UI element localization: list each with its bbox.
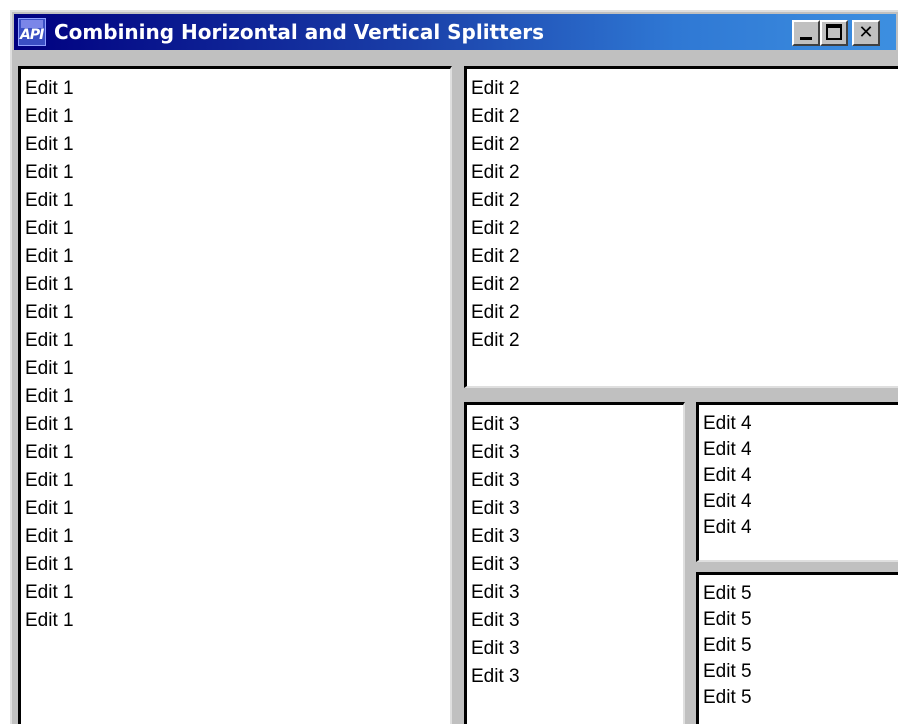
edit-line: Edit 1 [25, 162, 74, 183]
close-icon: ✕ [858, 22, 874, 43]
window-title: Combining Horizontal and Vertical Splitt… [54, 20, 545, 44]
edit-line: Edit 3 [471, 442, 520, 463]
edit-line: Edit 1 [25, 582, 74, 603]
app-icon[interactable]: API [18, 18, 46, 46]
edit-line: Edit 2 [471, 190, 520, 211]
edit-line: Edit 5 [703, 635, 752, 656]
edit-line: Edit 2 [471, 106, 520, 127]
edit-line: Edit 2 [471, 134, 520, 155]
maximize-button[interactable] [820, 20, 848, 46]
vertical-splitter[interactable] [685, 402, 696, 724]
maximize-icon [826, 24, 842, 40]
edit-line: Edit 3 [471, 526, 520, 547]
edit-line: Edit 1 [25, 78, 74, 99]
edit-line: Edit 3 [471, 470, 520, 491]
edit-line: Edit 1 [25, 414, 74, 435]
edit-line: Edit 1 [25, 386, 74, 407]
edit-line: Edit 1 [25, 106, 74, 127]
edit-line: Edit 1 [25, 134, 74, 155]
edit-line: Edit 2 [471, 78, 520, 99]
edit-line: Edit 5 [703, 687, 752, 708]
edit-line: Edit 1 [25, 190, 74, 211]
vertical-splitter[interactable] [452, 66, 464, 724]
edit-line: Edit 3 [471, 498, 520, 519]
edit-line: Edit 4 [703, 491, 752, 512]
horizontal-splitter[interactable] [464, 388, 898, 402]
edit-pane-5[interactable]: Edit 5 Edit 5 Edit 5 Edit 5 Edit 5 [696, 572, 898, 724]
edit-pane-1[interactable]: Edit 1 Edit 1 Edit 1 Edit 1 Edit 1 Edit … [18, 66, 452, 724]
edit-line: Edit 1 [25, 554, 74, 575]
close-button[interactable]: ✕ [852, 20, 880, 46]
edit-line: Edit 1 [25, 498, 74, 519]
minimize-button[interactable] [792, 20, 820, 46]
edit-line: Edit 3 [471, 666, 520, 687]
edit-line: Edit 2 [471, 330, 520, 351]
edit-line: Edit 3 [471, 414, 520, 435]
edit-pane-3[interactable]: Edit 3 Edit 3 Edit 3 Edit 3 Edit 3 Edit … [464, 402, 685, 724]
edit-line: Edit 1 [25, 442, 74, 463]
edit-line: Edit 1 [25, 274, 74, 295]
edit-line: Edit 1 [25, 246, 74, 267]
edit-line: Edit 4 [703, 517, 752, 538]
horizontal-splitter[interactable] [696, 562, 898, 572]
edit-line: Edit 1 [25, 526, 74, 547]
edit-line: Edit 3 [471, 554, 520, 575]
edit-line: Edit 5 [703, 609, 752, 630]
edit-line: Edit 4 [703, 413, 752, 434]
edit-line: Edit 1 [25, 610, 74, 631]
edit-line: Edit 4 [703, 465, 752, 486]
edit-pane-2[interactable]: Edit 2 Edit 2 Edit 2 Edit 2 Edit 2 Edit … [464, 66, 898, 388]
edit-line: Edit 3 [471, 638, 520, 659]
minimize-icon [800, 37, 812, 40]
edit-line: Edit 5 [703, 583, 752, 604]
edit-line: Edit 1 [25, 330, 74, 351]
edit-line: Edit 2 [471, 162, 520, 183]
edit-line: Edit 2 [471, 274, 520, 295]
app-icon-glyph: API [20, 27, 44, 43]
edit-line: Edit 2 [471, 246, 520, 267]
edit-line: Edit 5 [703, 661, 752, 682]
edit-pane-4[interactable]: Edit 4 Edit 4 Edit 4 Edit 4 Edit 4 [696, 402, 898, 562]
edit-line: Edit 3 [471, 582, 520, 603]
edit-line: Edit 1 [25, 358, 74, 379]
app-window: API Combining Horizontal and Vertical Sp… [10, 10, 898, 724]
edit-line: Edit 3 [471, 610, 520, 631]
edit-line: Edit 2 [471, 218, 520, 239]
edit-line: Edit 2 [471, 302, 520, 323]
edit-line: Edit 4 [703, 439, 752, 460]
edit-line: Edit 1 [25, 302, 74, 323]
edit-line: Edit 1 [25, 470, 74, 491]
edit-line: Edit 1 [25, 218, 74, 239]
title-bar[interactable]: API Combining Horizontal and Vertical Sp… [14, 14, 896, 50]
